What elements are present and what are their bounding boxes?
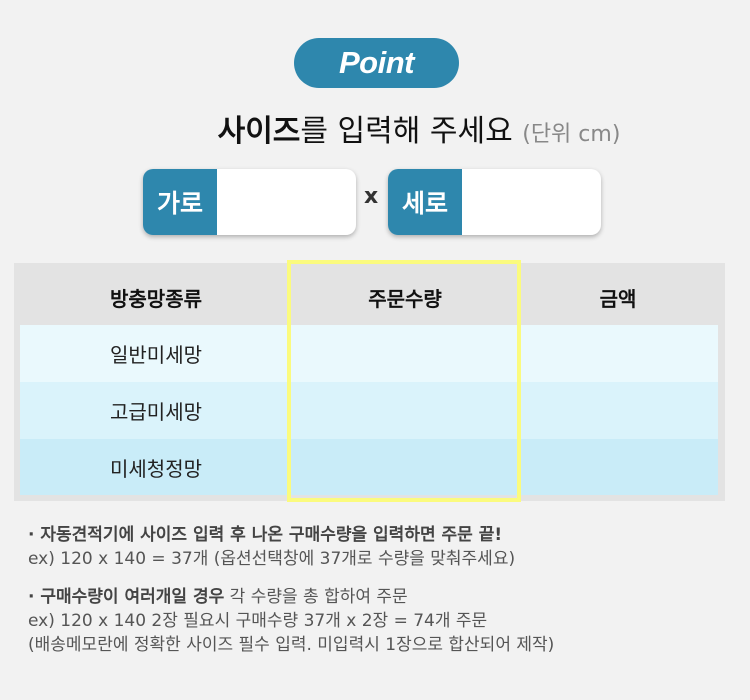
table-row: 미세청정망 [20,439,718,495]
note-memo: (배송메모란에 정확한 사이즈 필수 입력. 미입력시 1장으로 합산되어 제작… [28,635,555,655]
row-type: 일반미세망 [110,343,202,367]
row-price [518,439,718,495]
title-bold: 사이즈 [217,114,301,149]
row-quantity[interactable] [292,325,518,382]
note-example: ex) 120 x 140 = 37개 (옵션선택창에 37개로 수량을 맞춰주… [28,549,516,569]
note-lead: · 구매수량이 여러개일 경우 [28,587,225,607]
width-input[interactable] [223,175,348,229]
row-price [518,325,718,382]
row-quantity[interactable] [292,439,518,495]
table-row: 일반미세망 [20,325,718,382]
height-input[interactable] [468,175,593,229]
table-row: 고급미세망 [20,382,718,439]
header-quantity: 주문수량 [368,286,442,311]
note-lead: · 자동견적기에 사이즈 입력 후 나온 구매수량을 입력하면 주문 끝! [28,525,503,545]
width-label: 가로 [143,169,217,235]
width-field[interactable]: 가로 [143,169,356,235]
point-badge: Point [294,38,459,88]
header-price: 금액 [599,286,637,311]
note-lead-rest: 각 수량을 총 합하여 주문 [224,587,408,607]
row-type: 고급미세망 [110,400,202,424]
height-field[interactable]: 세로 [388,169,601,235]
multiply-sign: x [364,184,379,209]
page-title: 사이즈를 입력해 주세요 (단위 cm) [0,106,750,150]
note-block: · 구매수량이 여러개일 경우 각 수량을 총 합하여 주문 ex) 120 x… [28,585,743,657]
row-quantity[interactable] [292,382,518,439]
row-price [518,382,718,439]
instructions: · 자동견적기에 사이즈 입력 후 나온 구매수량을 입력하면 주문 끝! ex… [28,523,743,671]
note-lead-line: · 구매수량이 여러개일 경우 각 수량을 총 합하여 주문 [28,585,743,609]
table-header-row: 방충망종류 주문수량 금액 [20,269,718,325]
height-label: 세로 [388,169,462,235]
note-example: ex) 120 x 140 2장 필요시 구매수량 37개 x 2장 = 74개… [28,611,488,631]
quote-table: 방충망종류 주문수량 금액 일반미세망 고급미세망 미세청정망 [14,263,725,501]
row-type: 미세청정망 [110,456,202,481]
title-unit: (단위 cm) [522,122,621,147]
header-type: 방충망종류 [110,286,202,311]
note-block: · 자동견적기에 사이즈 입력 후 나온 구매수량을 입력하면 주문 끝! ex… [28,523,743,571]
title-rest: 를 입력해 주세요 [300,114,513,149]
